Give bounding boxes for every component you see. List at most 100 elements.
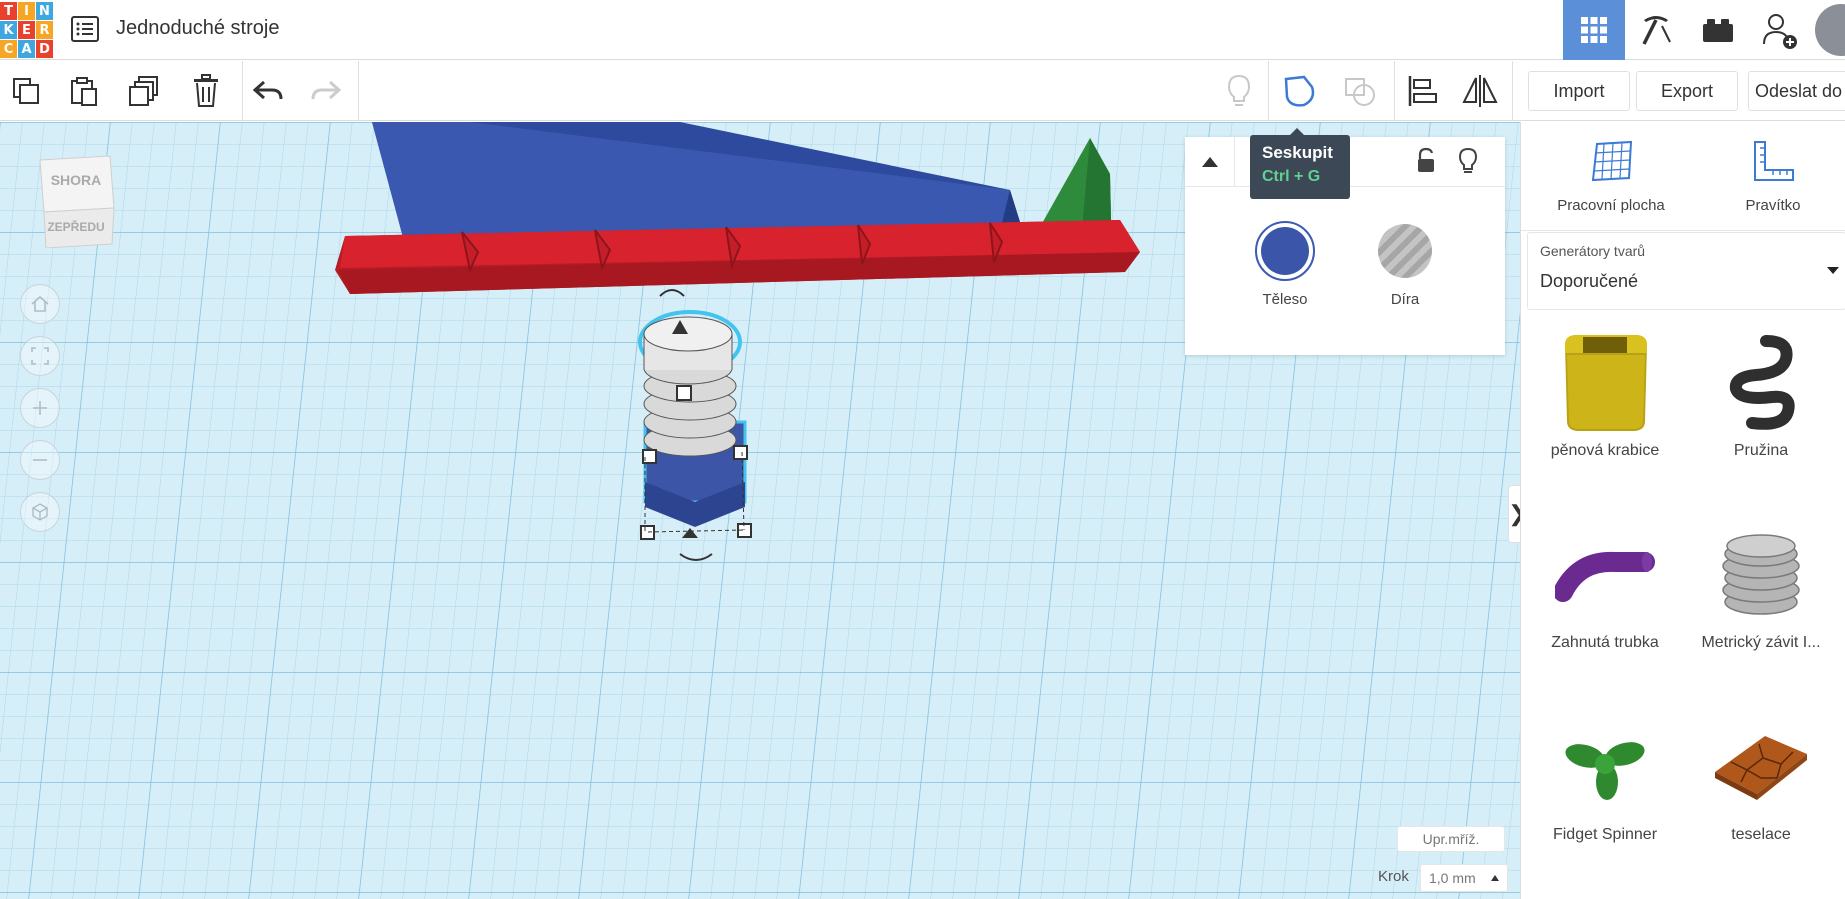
share-user-button[interactable] [1749, 0, 1811, 60]
workplane-label: Pracovní plocha [1557, 197, 1665, 214]
hole-label: Díra [1390, 291, 1420, 308]
shape-fidget-spinner[interactable]: Fidget Spinner [1527, 712, 1683, 844]
shape-foam-box[interactable]: pěnová krabice [1527, 328, 1683, 460]
snap-grid-select[interactable]: 1,0 mm [1420, 864, 1508, 892]
add-user-icon [1763, 14, 1797, 49]
perspective-button[interactable] [20, 492, 60, 532]
top-header: T I N K E R C A D Jednoduché stroje [0, 0, 1845, 60]
minus-icon [33, 459, 47, 461]
view-cube-front-label[interactable]: ZEPŘEDU [34, 220, 118, 234]
visibility-button[interactable] [1457, 147, 1479, 180]
shape-spring[interactable]: Pružina [1683, 328, 1839, 460]
view-cube-top-label[interactable]: SHORA [34, 172, 118, 188]
foam-box-icon [1565, 335, 1647, 431]
send-to-button[interactable]: Odeslat do [1748, 71, 1845, 111]
ungroup-button[interactable] [1340, 71, 1380, 111]
design-list-icon[interactable] [70, 14, 100, 44]
spring-icon [1729, 335, 1795, 430]
user-avatar[interactable] [1811, 0, 1845, 60]
workplane-tool[interactable]: Pracovní plocha [1541, 140, 1681, 214]
solid-label: Těleso [1262, 291, 1308, 308]
zoom-out-button[interactable] [20, 440, 60, 480]
tooltip-shortcut: Ctrl + G [1262, 168, 1321, 185]
header-mode-buttons [1563, 0, 1845, 60]
shape-tessellation[interactable]: teselace [1683, 712, 1839, 844]
zoom-in-button[interactable] [20, 388, 60, 428]
export-button[interactable]: Export [1636, 71, 1738, 111]
redo-button[interactable] [306, 71, 346, 111]
view-controls [20, 284, 60, 544]
tessellation-icon [1715, 736, 1807, 800]
tooltip-title: Seskupit [1262, 143, 1333, 162]
brick-icon [1703, 19, 1733, 42]
group-tooltip: Seskupit Ctrl + G [1250, 128, 1350, 199]
shapes-panel: Pracovní plocha Pravítko Generátory tvar… [1520, 122, 1845, 899]
shape-label: Pružina [1733, 442, 1789, 459]
logo-letter: C [0, 40, 17, 58]
lightbulb-icon [1458, 147, 1478, 173]
lock-button[interactable] [1415, 147, 1437, 180]
copy-icon [13, 78, 39, 104]
shape-label: Fidget Spinner [1552, 826, 1658, 843]
undo-button[interactable] [248, 71, 288, 111]
copy-button[interactable] [6, 71, 46, 111]
align-button[interactable] [1402, 71, 1442, 111]
logo-letter: T [0, 2, 17, 20]
generators-value: Doporučené [1540, 271, 1639, 291]
undo-icon [252, 80, 283, 100]
design-title[interactable]: Jednoduché stroje [116, 17, 279, 40]
duplicate-icon [129, 76, 158, 106]
mirror-button[interactable] [1460, 71, 1500, 111]
show-hide-button[interactable] [1219, 71, 1259, 111]
align-icon [1408, 76, 1437, 106]
metric-thread-icon [1722, 534, 1800, 615]
ruler-tool[interactable]: Pravítko [1703, 140, 1843, 214]
fit-icon [31, 347, 49, 365]
paste-icon [71, 77, 97, 106]
logo-letter: N [36, 2, 53, 20]
logo-letter: R [36, 21, 53, 39]
import-button[interactable]: Import [1528, 71, 1630, 111]
redo-icon [311, 80, 342, 100]
trash-icon [194, 74, 218, 107]
grid-icon [1581, 17, 1607, 43]
edit-grid-button[interactable]: Upr.mříž. [1397, 826, 1505, 852]
shape-label: Metrický závit I... [1701, 634, 1821, 651]
bricks-mode-button[interactable] [1687, 0, 1749, 60]
fit-view-button[interactable] [20, 336, 60, 376]
snap-grid-label: Krok [1378, 868, 1409, 885]
shape-bent-tube[interactable]: Zahnutá trubka [1527, 520, 1683, 652]
home-icon [31, 295, 49, 312]
edit-toolbar: Import Export Odeslat do [0, 61, 1845, 121]
shape-metric-thread[interactable]: Metrický závit I... [1683, 520, 1839, 652]
snap-grid-value: 1,0 mm [1429, 870, 1476, 886]
unlock-icon [1418, 147, 1434, 172]
group-icon [1284, 75, 1315, 107]
view-cube[interactable]: SHORA ZEPŘEDU [34, 152, 118, 249]
logo-letter: I [18, 2, 35, 20]
minecraft-mode-button[interactable] [1625, 0, 1687, 60]
group-button[interactable] [1280, 71, 1320, 111]
shape-generators-dropdown[interactable]: Generátory tvarů Doporučené [1527, 232, 1845, 310]
logo-letter: E [18, 21, 35, 39]
duplicate-button[interactable] [124, 71, 164, 111]
ruler-icon [1754, 141, 1794, 181]
bent-tube-icon [1555, 551, 1655, 602]
tinkercad-logo[interactable]: T I N K E R C A D [0, 2, 53, 58]
workplane-icon [1591, 140, 1633, 182]
home-view-button[interactable] [20, 284, 60, 324]
logo-letter: D [36, 40, 53, 58]
delete-button[interactable] [186, 71, 226, 111]
shape-label: pěnová krabice [1550, 442, 1660, 459]
logo-letter: A [18, 40, 35, 58]
hole-button[interactable] [1378, 224, 1432, 278]
caret-up-icon [1491, 875, 1499, 881]
solid-color-button[interactable] [1255, 221, 1315, 281]
ruler-label: Pravítko [1745, 197, 1801, 214]
3d-design-mode-button[interactable] [1563, 0, 1625, 60]
collapse-inspector-button[interactable] [1185, 137, 1235, 187]
chevron-down-icon [1827, 267, 1839, 274]
fidget-spinner-icon [1565, 742, 1645, 800]
paste-button[interactable] [64, 71, 104, 111]
triangle-up-icon [1201, 157, 1218, 167]
